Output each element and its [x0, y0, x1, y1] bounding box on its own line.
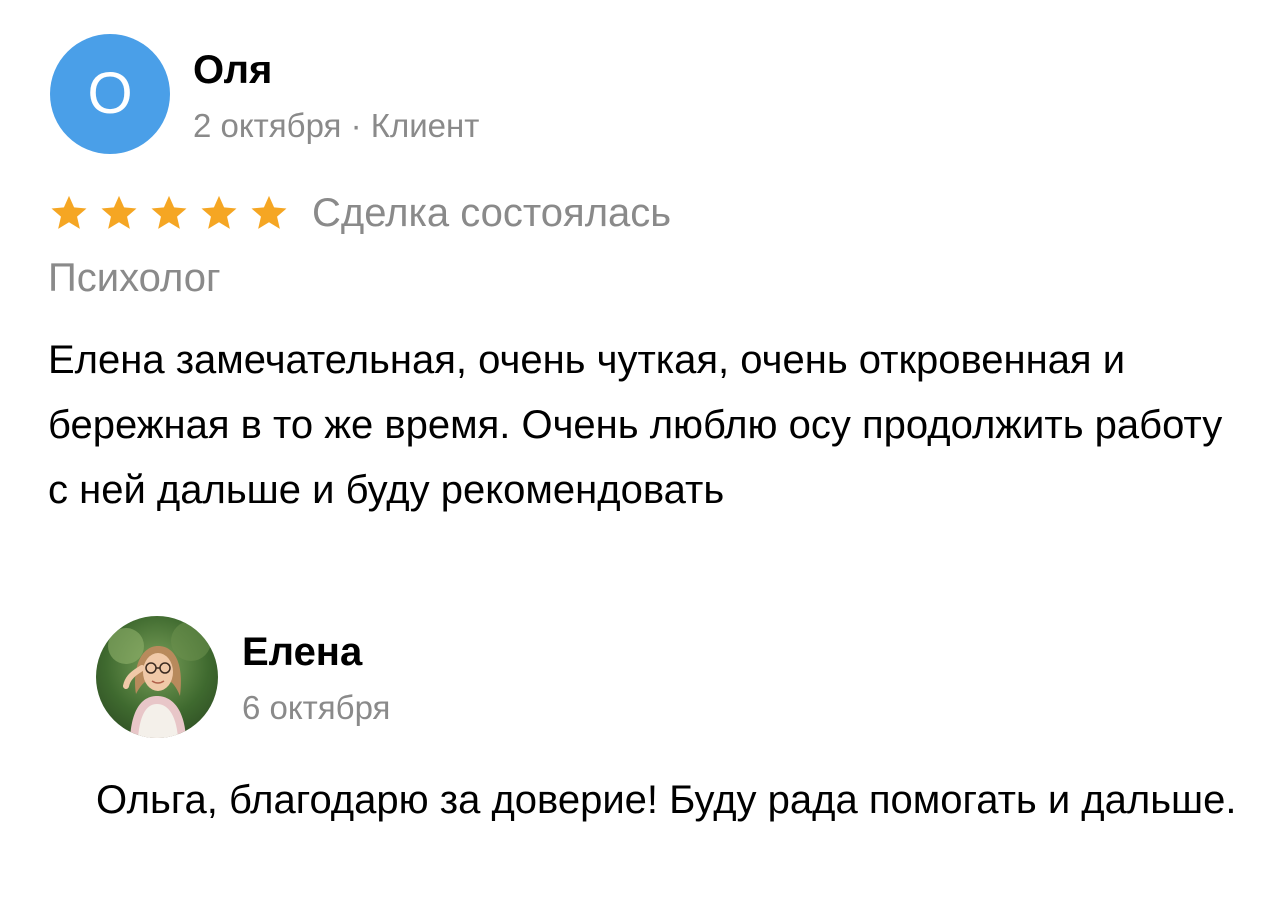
deal-status: Сделка состоялась: [312, 191, 672, 235]
star-rating: [48, 192, 298, 234]
reply-date: 6 октября: [242, 689, 391, 726]
star-icon: [198, 192, 240, 234]
profile-photo-icon: [96, 616, 218, 738]
reply-author-name[interactable]: Елена: [242, 630, 362, 674]
star-icon: [248, 192, 290, 234]
reviewer-name[interactable]: Оля: [193, 48, 272, 92]
review-meta: 2 октября · Клиент: [193, 107, 480, 144]
reply-text: Ольга, благодарю за доверие! Буду рада п…: [96, 778, 1237, 822]
reply-author-avatar[interactable]: [96, 616, 218, 738]
star-icon: [48, 192, 90, 234]
service-category: Психолог: [48, 256, 221, 300]
reviewer-avatar[interactable]: О: [50, 34, 170, 154]
reviewer-avatar-initial: О: [87, 61, 133, 126]
star-icon: [98, 192, 140, 234]
review-text: Елена замечательная, очень чуткая, очень…: [48, 338, 1223, 512]
rating-row: Сделка состоялась: [48, 188, 671, 238]
star-icon: [148, 192, 190, 234]
